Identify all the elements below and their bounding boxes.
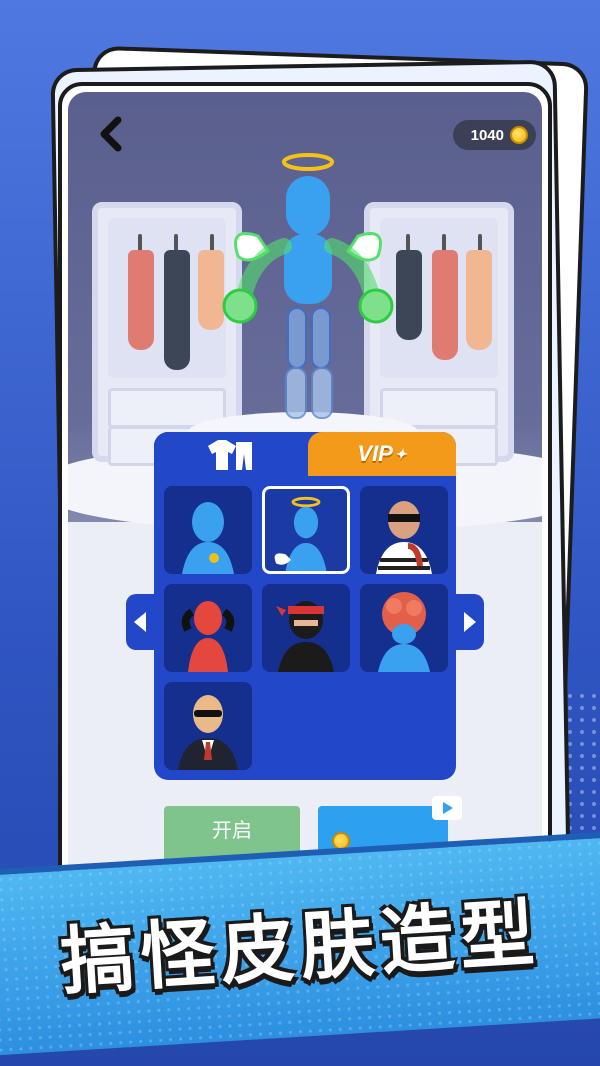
halo-icon xyxy=(282,153,334,171)
dressing-room-scene: 1040 VIP ✦ 开启 xyxy=(68,92,542,920)
open-button-label: 开启 xyxy=(212,820,252,842)
chevron-left-icon xyxy=(134,612,146,632)
skin-blue-runner[interactable] xyxy=(164,486,252,574)
skin-grid xyxy=(164,486,448,770)
skin-ninja[interactable] xyxy=(262,584,350,672)
video-icon xyxy=(432,796,462,820)
vip-label: VIP xyxy=(357,441,393,466)
back-arrow-icon[interactable] xyxy=(92,114,132,154)
clothes-icon xyxy=(208,440,252,470)
skin-red-devil[interactable] xyxy=(164,584,252,672)
skin-brain-monster[interactable] xyxy=(360,584,448,672)
next-page-button[interactable] xyxy=(456,594,484,650)
skin-agent[interactable] xyxy=(164,682,252,770)
game-screen: 1040 VIP ✦ 开启 xyxy=(58,82,552,930)
skin-thief[interactable] xyxy=(360,486,448,574)
coin-counter: 1040 xyxy=(452,120,536,150)
chevron-right-icon xyxy=(464,612,476,632)
skin-angel[interactable] xyxy=(262,486,350,574)
coin-amount: 1040 xyxy=(470,126,504,144)
coin-icon xyxy=(510,126,528,144)
sparkle-icon: ✦ xyxy=(394,445,407,462)
tab-vip[interactable]: VIP ✦ xyxy=(308,432,456,476)
tab-clothes[interactable] xyxy=(154,432,306,478)
prev-page-button[interactable] xyxy=(126,594,154,650)
character-preview xyxy=(222,153,394,419)
